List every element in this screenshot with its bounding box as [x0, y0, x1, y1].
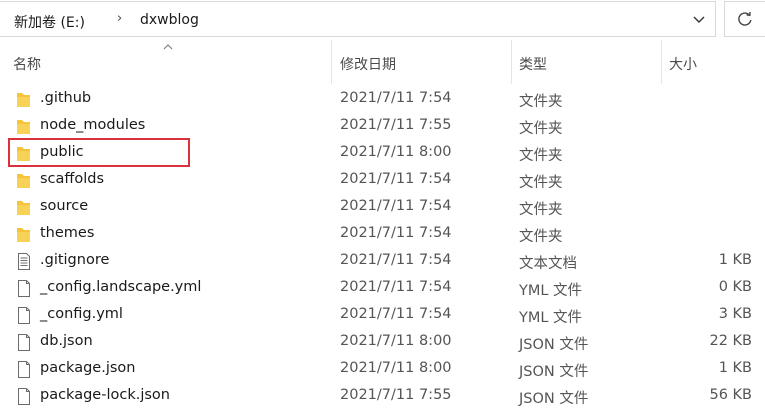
file-type: 文件夹	[519, 175, 563, 191]
file-row[interactable]: source 2021/7/11 7:54 文件夹	[0, 194, 765, 221]
file-size: 56 KB	[709, 387, 752, 403]
file-type: 文件夹	[519, 94, 563, 110]
file-icon	[18, 361, 30, 378]
column-header-row: 名称 修改日期 类型 大小	[0, 40, 765, 84]
file-modified-date: 2021/7/11 8:00	[340, 144, 452, 160]
file-type: 文本文档	[519, 256, 577, 272]
column-header-name[interactable]: 名称	[13, 54, 41, 74]
file-type: YML 文件	[519, 283, 583, 299]
breadcrumb-folder[interactable]: dxwblog	[140, 12, 199, 28]
file-modified-date: 2021/7/11 7:54	[340, 252, 452, 268]
file-size: 3 KB	[718, 306, 752, 322]
file-size: 1 KB	[718, 360, 752, 376]
file-size: 1 KB	[718, 252, 752, 268]
file-name[interactable]: scaffolds	[40, 171, 104, 187]
file-name[interactable]: .gitignore	[40, 252, 109, 268]
file-type: 文件夹	[519, 121, 563, 137]
file-row[interactable]: db.json 2021/7/11 8:00 JSON 文件 22 KB	[0, 329, 765, 356]
file-size: 22 KB	[709, 333, 752, 349]
file-modified-date: 2021/7/11 7:54	[340, 306, 452, 322]
file-size: 0 KB	[718, 279, 752, 295]
file-modified-date: 2021/7/11 8:00	[340, 333, 452, 349]
column-divider[interactable]	[661, 40, 662, 84]
file-name[interactable]: themes	[40, 225, 94, 241]
column-header-type[interactable]: 类型	[519, 54, 547, 74]
file-name[interactable]: source	[40, 198, 88, 214]
file-type: JSON 文件	[519, 391, 589, 407]
file-type: 文件夹	[519, 148, 563, 164]
file-row[interactable]: package.json 2021/7/11 8:00 JSON 文件 1 KB	[0, 356, 765, 383]
folder-icon	[17, 93, 30, 107]
file-type: 文件夹	[519, 229, 563, 245]
folder-icon	[17, 120, 30, 134]
file-modified-date: 2021/7/11 7:54	[340, 90, 452, 106]
file-modified-date: 2021/7/11 7:54	[340, 171, 452, 187]
file-icon	[18, 280, 30, 297]
file-row[interactable]: _config.landscape.yml 2021/7/11 7:54 YML 文…	[0, 275, 765, 302]
highlight-box	[8, 138, 190, 167]
file-row[interactable]: node_modules 2021/7/11 7:55 文件夹	[0, 113, 765, 140]
file-modified-date: 2021/7/11 7:55	[340, 387, 452, 403]
column-divider[interactable]	[511, 40, 512, 84]
chevron-right-icon[interactable]: ›	[117, 11, 122, 26]
folder-icon	[17, 174, 30, 188]
column-divider[interactable]	[331, 40, 332, 84]
file-row[interactable]: scaffolds 2021/7/11 7:54 文件夹	[0, 167, 765, 194]
chevron-down-icon[interactable]	[693, 15, 705, 25]
file-name[interactable]: package.json	[40, 360, 135, 376]
file-type: JSON 文件	[519, 364, 589, 380]
column-header-size[interactable]: 大小	[669, 54, 697, 74]
file-row[interactable]: .github 2021/7/11 7:54 文件夹	[0, 86, 765, 113]
text-file-icon	[18, 253, 30, 270]
file-row[interactable]: themes 2021/7/11 7:54 文件夹	[0, 221, 765, 248]
file-row[interactable]: _config.yml 2021/7/11 7:54 YML 文件 3 KB	[0, 302, 765, 329]
file-icon	[18, 388, 30, 405]
file-icon	[18, 307, 30, 324]
refresh-button[interactable]	[724, 1, 765, 37]
file-name[interactable]: _config.yml	[40, 306, 123, 322]
file-icon	[18, 334, 30, 351]
file-name[interactable]: db.json	[40, 333, 93, 349]
file-row[interactable]: .gitignore 2021/7/11 7:54 文本文档 1 KB	[0, 248, 765, 275]
file-type: YML 文件	[519, 310, 583, 326]
refresh-icon	[738, 11, 752, 26]
path-field[interactable]: 新加卷 (E:) › dxwblog	[0, 1, 716, 37]
folder-icon	[17, 228, 30, 242]
file-modified-date: 2021/7/11 7:54	[340, 225, 452, 241]
file-modified-date: 2021/7/11 7:55	[340, 117, 452, 133]
file-modified-date: 2021/7/11 7:54	[340, 279, 452, 295]
file-type: JSON 文件	[519, 337, 589, 353]
sort-ascending-icon	[163, 44, 173, 50]
address-bar: 新加卷 (E:) › dxwblog	[0, 0, 765, 40]
file-name[interactable]: package-lock.json	[40, 387, 170, 403]
file-type: 文件夹	[519, 202, 563, 218]
column-header-modified[interactable]: 修改日期	[340, 54, 396, 74]
file-modified-date: 2021/7/11 7:54	[340, 198, 452, 214]
breadcrumb-drive[interactable]: 新加卷 (E:)	[14, 12, 85, 32]
file-name[interactable]: .github	[40, 90, 91, 106]
file-name[interactable]: _config.landscape.yml	[40, 279, 201, 295]
file-name[interactable]: node_modules	[40, 117, 145, 133]
folder-icon	[17, 201, 30, 215]
file-modified-date: 2021/7/11 8:00	[340, 360, 452, 376]
file-row[interactable]: package-lock.json 2021/7/11 7:55 JSON 文件 56…	[0, 383, 765, 410]
